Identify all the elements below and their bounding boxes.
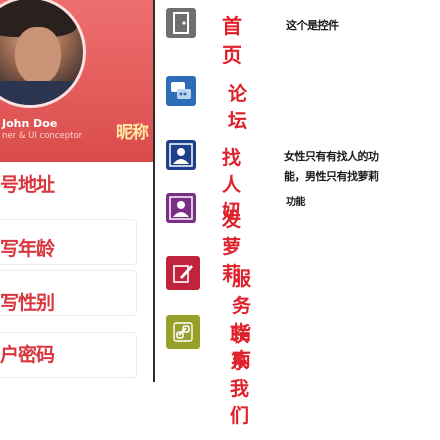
address-label: 号地址: [0, 174, 55, 196]
panel-divider: [153, 0, 155, 382]
gender-label: 写性别: [0, 292, 55, 314]
profile-role: ner & UI conceptor: [2, 131, 83, 141]
pencil-icon: [166, 256, 200, 290]
menu-desc-find-line1: 女性只有有找人的功: [284, 150, 379, 163]
user-icon: [166, 140, 196, 170]
menu-desc-home: 这个是控件: [286, 19, 339, 32]
menu-superscript-loli: 功能: [286, 197, 306, 208]
nickname-label: 昵称: [116, 123, 149, 143]
profile-header: John Doe ner & UI conceptor 昵称: [0, 0, 155, 162]
door-icon: [166, 8, 196, 38]
avatar[interactable]: [0, 0, 86, 108]
menu-label-home: 首页: [222, 14, 242, 67]
age-label: 写年龄: [0, 238, 55, 260]
profile-name: John Doe: [2, 117, 58, 130]
menu-label-forum: 论坛: [228, 83, 247, 132]
user-icon: [166, 193, 196, 223]
link-icon: [166, 315, 200, 349]
password-label: 户密码: [0, 344, 55, 366]
chat-icon: [166, 76, 196, 106]
menu-label-contact: 联系我们: [230, 324, 249, 427]
side-panel: John Doe ner & UI conceptor 昵称 号地址 写年龄 写…: [0, 0, 155, 440]
menu-desc-find-line2: 能，男性只有找萝莉: [284, 170, 379, 183]
